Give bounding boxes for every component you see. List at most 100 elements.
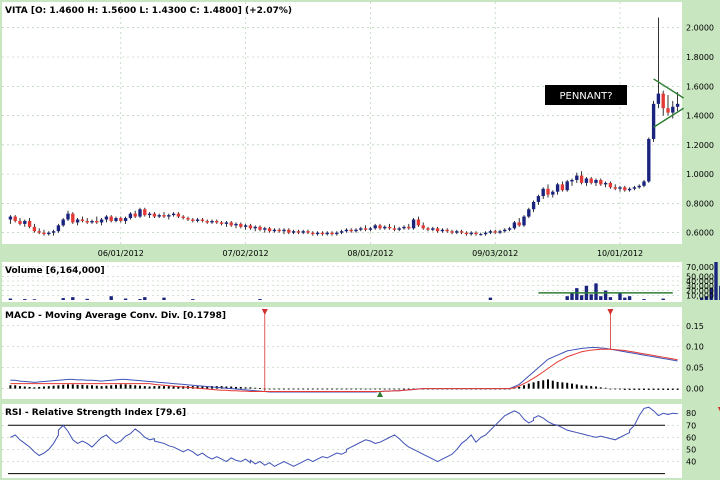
macd-histogram-bar — [239, 386, 242, 389]
candle — [243, 225, 248, 227]
candle — [42, 232, 46, 235]
volume-bar — [123, 298, 128, 300]
volume-bar — [575, 288, 579, 300]
candle — [565, 181, 569, 191]
macd-histogram-bar — [278, 388, 281, 390]
candle — [483, 232, 488, 235]
candle — [234, 223, 238, 226]
candle — [330, 232, 334, 235]
rsi-y-ticks: 80 70 60 50 40 — [686, 409, 696, 466]
volume-y-tick: 70,000 — [686, 263, 714, 272]
macd-histogram-bar — [575, 384, 578, 389]
candle — [479, 234, 483, 236]
candle — [61, 219, 65, 226]
candle — [32, 226, 37, 232]
candle — [488, 231, 493, 233]
macd-histogram-bar — [33, 387, 36, 389]
candle — [104, 216, 109, 220]
candle — [618, 187, 622, 189]
price-y-tick: 1.2000 — [686, 141, 714, 150]
candle — [66, 213, 70, 220]
candle — [402, 226, 406, 229]
macd-histogram-bar — [129, 384, 132, 389]
candle — [392, 228, 397, 230]
candle — [311, 232, 315, 235]
candle — [661, 93, 665, 109]
price-x-tick: 09/03/2012 — [472, 249, 518, 258]
price-x-tick: 07/02/2012 — [223, 249, 269, 258]
macd-histogram-bar — [249, 387, 252, 389]
candle — [555, 184, 560, 192]
candle — [147, 213, 152, 216]
macd-histogram-bar — [350, 388, 353, 390]
macd-histogram-bar — [302, 388, 305, 390]
candle — [114, 218, 118, 221]
candle — [239, 223, 243, 227]
macd-histogram-bar — [398, 388, 401, 390]
candle — [8, 216, 13, 220]
candle — [579, 175, 584, 183]
rsi-y-tick: 50 — [686, 445, 696, 454]
candle — [301, 231, 305, 233]
candle — [378, 225, 382, 229]
candle — [642, 181, 646, 186]
rsi-title: RSI - Relative Strength Index [79.6] — [5, 408, 186, 418]
candle — [23, 220, 27, 224]
rsi-panel: 80 70 60 50 40 RSI - Relative Strength Index… — [2, 404, 720, 478]
volume-bar — [162, 297, 166, 300]
candle — [373, 225, 377, 229]
candle — [263, 228, 267, 230]
macd-histogram-bar — [273, 388, 276, 390]
volume-bar — [603, 290, 608, 300]
macd-histogram-bar — [374, 388, 377, 390]
macd-y-tick: 0.05 — [686, 364, 704, 373]
volume-bar — [258, 299, 262, 300]
volume-y-ticks: 70,00050,00040,00030,00020,00010,000 — [686, 263, 714, 301]
macd-histogram-bar — [254, 387, 257, 389]
rsi-y-tick: 60 — [686, 433, 696, 442]
candle — [47, 232, 51, 235]
candle — [435, 228, 440, 232]
macd-histogram-bar — [628, 388, 631, 390]
candle — [421, 225, 425, 229]
macd-histogram-bar — [86, 385, 89, 389]
candle — [191, 219, 195, 221]
price-x-tick: 10/01/2012 — [597, 249, 643, 258]
volume-bar — [642, 299, 646, 300]
macd-histogram-bar — [81, 384, 84, 389]
candle — [195, 219, 200, 221]
candle — [138, 209, 142, 217]
candle — [632, 187, 637, 189]
macd-histogram-bar — [523, 385, 525, 389]
macd-histogram-bar — [43, 386, 45, 389]
macd-histogram-bar — [537, 381, 540, 389]
volume-bar — [579, 295, 584, 300]
candle — [560, 184, 565, 191]
candle — [455, 231, 459, 233]
candle — [363, 228, 368, 230]
candle — [349, 229, 353, 232]
macd-histogram-bar — [110, 385, 113, 389]
candle — [671, 106, 675, 113]
price-x-tick: 08/01/2012 — [347, 249, 393, 258]
macd-histogram-bar — [340, 388, 343, 390]
candle — [354, 229, 358, 232]
macd-histogram-bar — [148, 386, 151, 389]
candle — [215, 220, 219, 223]
candle — [162, 215, 166, 217]
candle — [291, 231, 296, 233]
candle — [219, 222, 224, 224]
macd-histogram-bar — [268, 388, 271, 390]
macd-histogram-bar — [124, 384, 127, 389]
macd-histogram-bar — [28, 386, 31, 389]
macd-histogram-bar — [667, 388, 669, 390]
volume-y-tick: 10,000 — [686, 291, 714, 300]
price-panel: 2.0000 1.8000 1.6000 1.4000 1.2000 1.0000 0.80… — [2, 2, 714, 258]
volume-bar — [714, 262, 718, 300]
candle — [507, 228, 512, 230]
candle — [647, 138, 651, 182]
candle — [493, 231, 497, 233]
volume-bar — [61, 298, 65, 300]
price-y-tick: 1.4000 — [686, 112, 714, 121]
macd-histogram-bar — [388, 388, 391, 390]
